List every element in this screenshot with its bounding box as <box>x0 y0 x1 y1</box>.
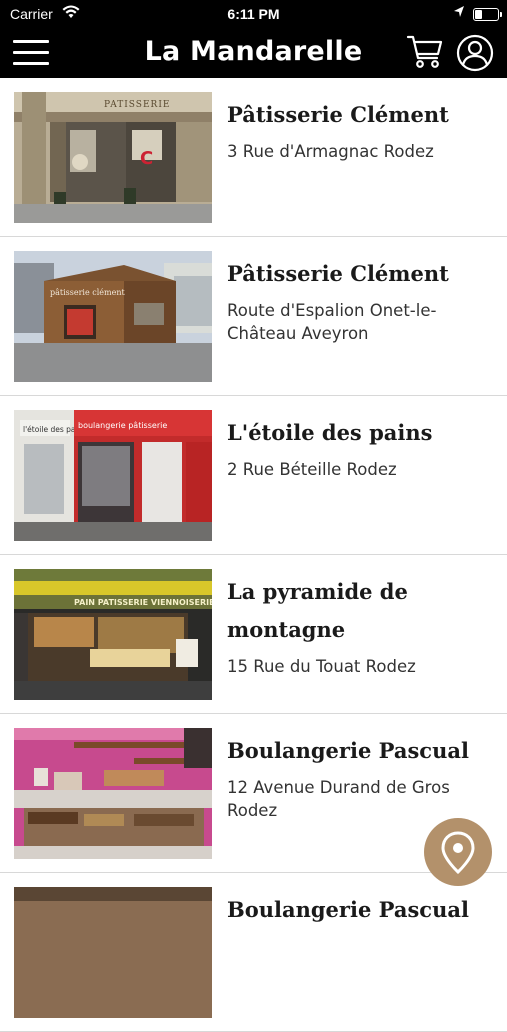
status-bar: Carrier 6:11 PM <box>0 0 507 28</box>
battery-icon <box>473 8 502 21</box>
nav-bar: La Mandarelle <box>0 28 507 78</box>
shop-address: 15 Rue du Touat Rodez <box>227 657 416 676</box>
list-item[interactable]: PAIN PATISSERIE VIENNOISERIE La pyramide… <box>0 555 507 714</box>
list-item[interactable]: l'étoile des pains boulangerie pâtisseri… <box>0 396 507 555</box>
svg-text:C: C <box>140 148 153 169</box>
shop-photo: PATISSERIE C <box>14 92 212 223</box>
cart-icon[interactable] <box>406 34 444 70</box>
shop-photo: pâtisserie clément <box>14 251 212 382</box>
shop3-sign-right: boulangerie pâtisserie <box>78 421 167 430</box>
user-icon[interactable] <box>456 34 494 72</box>
shop-address: 12 Avenue Durand de Gros Rodez <box>227 778 450 820</box>
list-item[interactable]: PATISSERIE C Pâtisserie Clément 3 Rue d'… <box>0 78 507 237</box>
shop-photo: l'étoile des pains boulangerie pâtisseri… <box>14 410 212 541</box>
map-button[interactable] <box>424 818 492 886</box>
location-arrow-icon <box>453 5 465 22</box>
shop-name: La pyramide de montagne <box>227 579 408 642</box>
shop2-sign-text: pâtisserie clément <box>50 288 126 297</box>
shop-name: Pâtisserie Clément <box>227 261 449 286</box>
shop-photo <box>14 728 212 859</box>
shop-address: Route d'Espalion Onet-le-Château Aveyron <box>227 301 437 343</box>
shop-photo <box>14 887 212 1018</box>
shop-name: Boulangerie Pascual <box>227 897 469 922</box>
shop-name: L'étoile des pains <box>227 420 433 445</box>
status-time: 6:11 PM <box>227 6 280 22</box>
shop-name: Pâtisserie Clément <box>227 102 449 127</box>
map-pin-icon <box>441 831 475 875</box>
shop4-sign-text: PAIN PATISSERIE VIENNOISERIE <box>74 598 212 607</box>
shop-address: 2 Rue Béteille Rodez <box>227 460 397 479</box>
list-item[interactable]: Boulangerie Pascual <box>0 873 507 1032</box>
shop1-sign-text: PATISSERIE <box>104 100 170 110</box>
shop-list: PATISSERIE C Pâtisserie Clément 3 Rue d'… <box>0 78 507 1032</box>
shop-name: Boulangerie Pascual <box>227 738 469 763</box>
shop-photo: PAIN PATISSERIE VIENNOISERIE <box>14 569 212 700</box>
shop-address: 3 Rue d'Armagnac Rodez <box>227 142 434 161</box>
list-item[interactable]: pâtisserie clément Pâtisserie Clément Ro… <box>0 237 507 396</box>
